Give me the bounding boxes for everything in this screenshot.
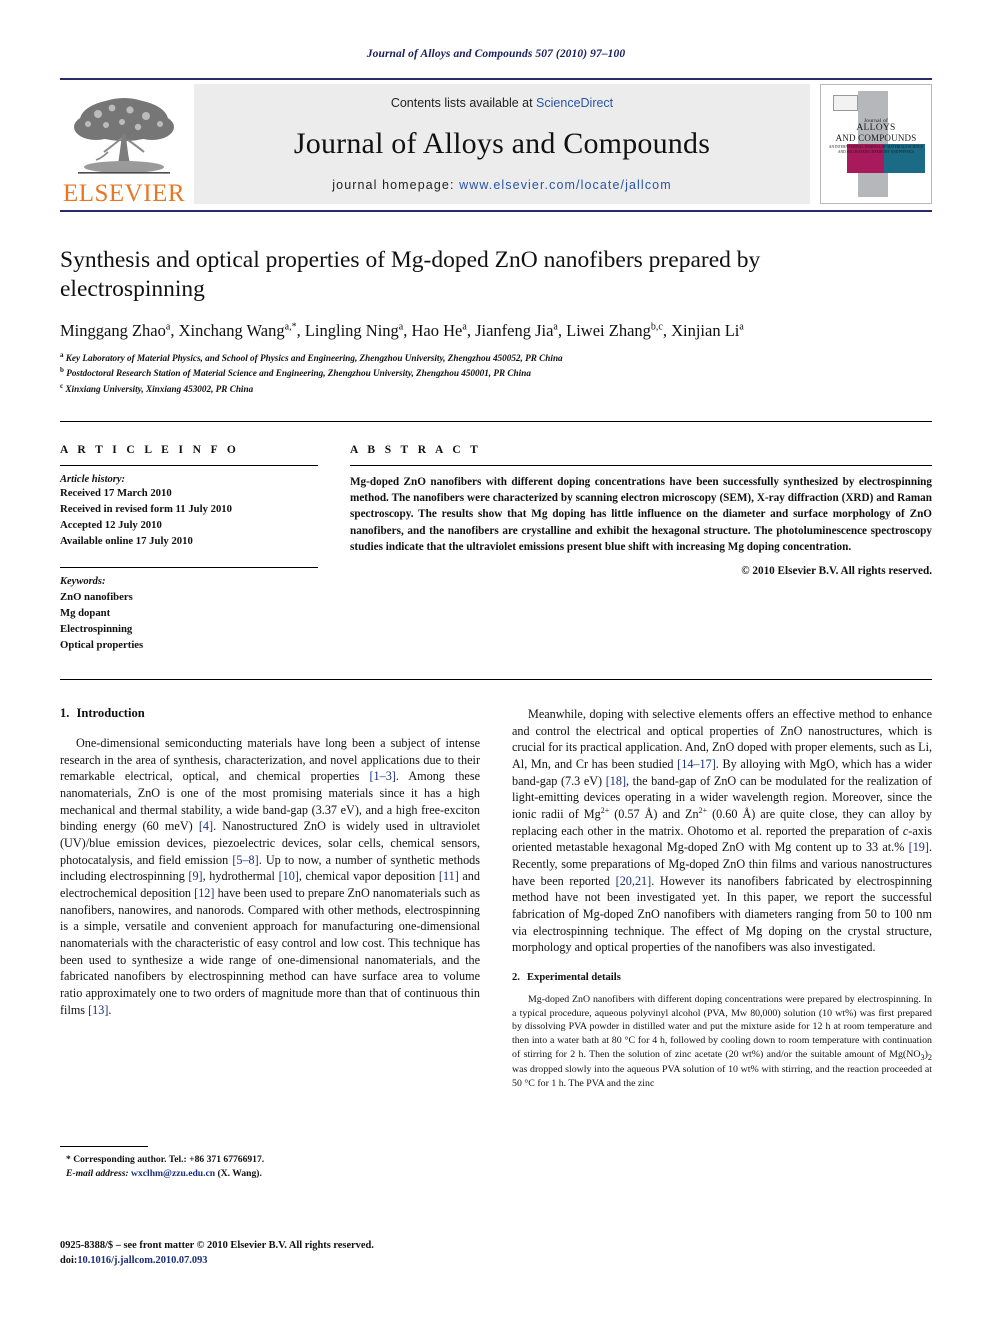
affiliation-list: a Key Laboratory of Material Physics, an… [60,350,563,395]
email-address-label: E-mail address: [66,1167,129,1179]
sciencedirect-link[interactable]: ScienceDirect [536,96,613,110]
section-heading-experimental: 2. Experimental details [512,972,932,983]
section-number-experimental: 2. [512,972,520,984]
info-abstract-row: A R T I C L E I N F O Article history: R… [60,444,932,653]
contents-available-line: Contents lists available at ScienceDirec… [391,96,613,110]
journal-masthead: ELSEVIER Contents lists available at Sci… [60,78,932,208]
cover-title-text: Journal of ALLOYS AND COMPOUNDS AN INTER… [827,118,925,154]
cover-line-3: AND COMPOUNDS [835,132,917,143]
keywords-label: Keywords: [60,575,106,587]
abstract-rule [350,464,932,466]
divider-above-info [60,420,932,422]
contents-prefix: Contents lists available at [390,96,537,110]
experimental-paragraph-1: Mg-doped ZnO nanofibers with different d… [512,994,932,1089]
masthead-center: Contents lists available at ScienceDirec… [194,84,810,204]
homepage-prefix: journal homepage: [332,178,460,192]
article-info-column: A R T I C L E I N F O Article history: R… [60,444,318,653]
cover-artwork: Journal of ALLOYS AND COMPOUNDS AN INTER… [827,91,925,197]
section-title-introduction: Introduction [76,706,145,721]
author-list: Minggang Zhaoa, Xinchang Wanga,*, Lingli… [60,321,744,341]
doi-line: doi:10.1016/j.jallcom.2010.07.093 [60,1253,530,1268]
keywords-rule [60,566,318,568]
abstract-body: Mg-doped ZnO nanofibers with different d… [350,475,932,554]
front-matter-block: 0925-8388/$ – see front matter © 2010 El… [60,1238,530,1268]
article-history-label: Article history: [60,473,126,485]
email-link[interactable]: wxclhm@zzu.edu.cn [131,1168,215,1179]
page-title: Synthesis and optical properties of Mg-d… [60,247,761,302]
abstract-heading: A B S T R A C T [350,443,482,456]
elsevier-tree-icon [74,98,174,174]
abstract-copyright: © 2010 Elsevier B.V. All rights reserved… [741,565,932,578]
elsevier-logo: ELSEVIER [60,80,188,208]
section-title-experimental: Experimental details [526,972,621,984]
body-column-right: Meanwhile, doping with selective element… [512,706,932,1100]
elsevier-wordmark: ELSEVIER [62,180,186,207]
journal-homepage-line: journal homepage: www.elsevier.com/locat… [332,178,671,192]
article-history-lines: Received 17 March 2010 Received in revise… [60,486,232,547]
footnote-email-line: E-mail address: wxclhm@zzu.edu.cn (X. Wa… [60,1167,480,1181]
running-head: Journal of Alloys and Compounds 507 (201… [366,48,626,60]
keywords-lines: ZnO nanofibers Mg dopant Electrospinning Op… [60,590,144,652]
article-info-heading: A R T I C L E I N F O [60,443,240,456]
intro-paragraph-1: One-dimensional semiconducting materials… [60,736,480,1017]
section-heading-introduction: 1. Introduction [60,706,480,721]
divider-below-abstract [60,679,932,681]
corresponding-author-footnote: * Corresponding author. Tel.: +86 371 67… [60,1146,480,1181]
journal-cover-thumbnail: Journal of ALLOYS AND COMPOUNDS AN INTER… [820,84,932,204]
journal-title: Journal of Alloys and Compounds [293,127,711,160]
doi-link[interactable]: 10.1016/j.jallcom.2010.07.093 [77,1255,207,1266]
masthead-bottom-rule [60,210,932,212]
footnote-rule [60,1146,148,1147]
body-columns: 1. Introduction One-dimensional semicondu… [60,706,932,1100]
abstract-column: A B S T R A C T Mg-doped ZnO nanofibers … [350,444,932,653]
email-owner: (X. Wang). [217,1167,262,1179]
front-matter-line: 0925-8388/$ – see front matter © 2010 El… [60,1240,374,1251]
section-number-introduction: 1. [60,706,70,721]
title-block: Synthesis and optical properties of Mg-d… [60,246,932,397]
cover-line-4: AN INTERNATIONAL JOURNAL OF MATERIALS SC… [828,145,924,154]
journal-homepage-link[interactable]: www.elsevier.com/locate/jallcom [459,178,672,192]
doi-label: doi: [60,1255,78,1267]
body-column-left: 1. Introduction One-dimensional semicondu… [60,706,480,1100]
paper-page: Journal of Alloys and Compounds 507 (201… [0,0,992,1323]
intro-paragraph-2: Meanwhile, doping with selective element… [512,707,932,955]
footnote-corresponding-line: * Corresponding author. Tel.: +86 371 67… [66,1154,265,1165]
cover-publisher-mark [832,95,859,111]
article-info-rule [60,464,318,466]
